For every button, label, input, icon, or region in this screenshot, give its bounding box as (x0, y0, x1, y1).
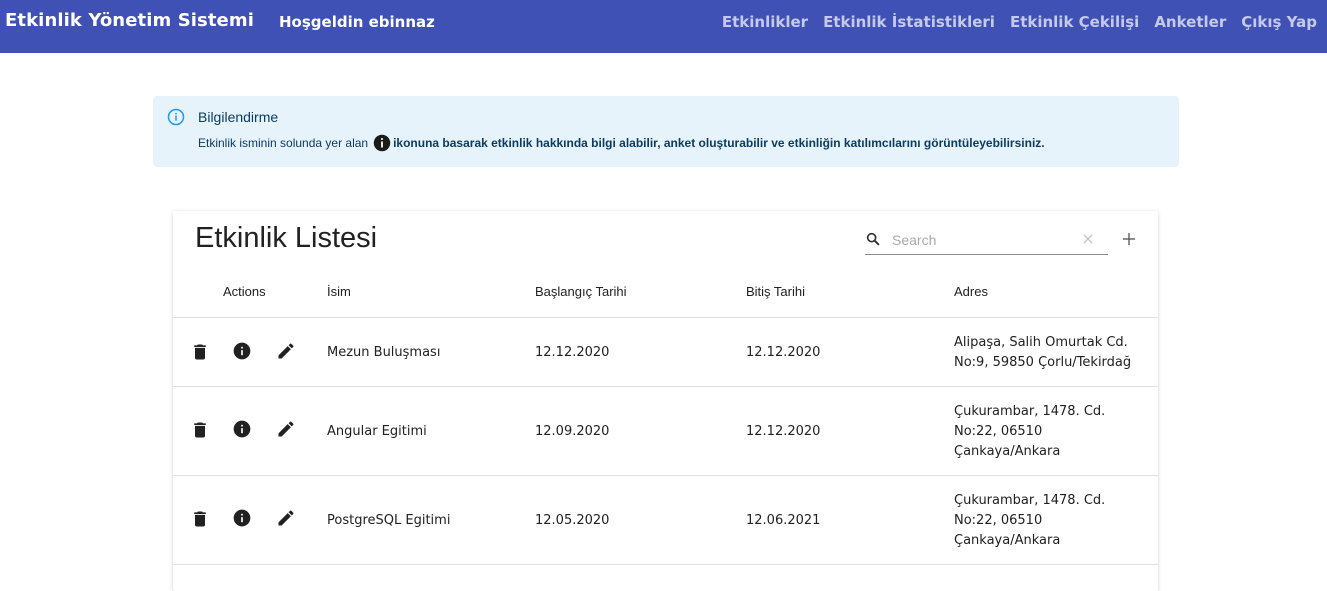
column-header-end[interactable]: Bitiş Tarihi (746, 284, 805, 299)
top-navbar: Etkinlik Yönetim Sistemi Hoşgeldin ebinn… (0, 0, 1327, 53)
cell-name: PostgreSQL Egitimi (327, 513, 451, 528)
alert-body: Etkinlik isminin solunda yer alan ikonun… (198, 134, 1045, 152)
nav-link-anketler[interactable]: Anketler (1154, 13, 1226, 31)
table-row: PostgreSQL Egitimi 12.05.2020 12.06.2021… (173, 476, 1158, 565)
cell-address: Çukurambar, 1478. Cd. No:22, 06510 Çanka… (954, 493, 1106, 548)
cell-end-date: 12.12.2020 (746, 424, 821, 439)
welcome-text: Hoşgeldin ebinnaz (279, 13, 435, 31)
table-header: Actions İsim Başlangıç Tarihi Bitiş Tari… (173, 271, 1158, 318)
app-brand[interactable]: Etkinlik Yönetim Sistemi (5, 10, 254, 31)
nav-link-cekilis[interactable]: Etkinlik Çekilişi (1010, 13, 1139, 31)
close-icon[interactable] (1081, 232, 1095, 246)
delete-icon[interactable] (190, 420, 210, 440)
info-icon[interactable] (232, 419, 252, 439)
alert-body-bold: ikonuna basarak etkinlik hakkında bilgi … (393, 136, 1045, 150)
edit-icon[interactable] (276, 508, 296, 528)
add-icon[interactable] (1121, 231, 1137, 247)
nav-link-logout[interactable]: Çıkış Yap (1241, 13, 1317, 31)
table-row: Angular Egitimi 12.09.2020 12.12.2020 Çu… (173, 387, 1158, 476)
table-row: Mezun Buluşması 12.12.2020 12.12.2020 Al… (173, 318, 1158, 387)
nav-link-istatistikler[interactable]: Etkinlik İstatistikleri (823, 13, 995, 31)
info-icon[interactable] (232, 341, 252, 361)
info-icon[interactable] (232, 508, 252, 528)
nav-link-etkinlikler[interactable]: Etkinlikler (722, 13, 808, 31)
alert-body-prefix: Etkinlik isminin solunda yer alan (198, 136, 369, 150)
cell-end-date: 12.12.2020 (746, 345, 821, 360)
cell-end-date: 12.06.2021 (746, 513, 821, 528)
column-header-address[interactable]: Adres (954, 284, 988, 299)
cell-name: Angular Egitimi (327, 424, 427, 439)
column-header-start[interactable]: Başlangıç Tarihi (535, 284, 627, 299)
edit-icon[interactable] (276, 341, 296, 361)
cell-start-date: 12.09.2020 (535, 424, 610, 439)
delete-icon[interactable] (190, 509, 210, 529)
edit-icon[interactable] (276, 419, 296, 439)
info-icon (373, 134, 391, 152)
event-list-card: Etkinlik Listesi Actions İsim Başlangıç … (173, 211, 1158, 591)
info-alert: Bilgilendirme Etkinlik isminin solunda y… (153, 96, 1179, 167)
page-title: Etkinlik Listesi (195, 222, 378, 254)
cell-address: Alipaşa, Salih Omurtak Cd. No:9, 59850 Ç… (954, 335, 1132, 370)
cell-start-date: 12.12.2020 (535, 345, 610, 360)
cell-address: Çukurambar, 1478. Cd. No:22, 06510 Çanka… (954, 404, 1106, 459)
delete-icon[interactable] (190, 342, 210, 362)
search-icon (866, 232, 880, 246)
column-header-name[interactable]: İsim (327, 284, 351, 299)
alert-title: Bilgilendirme (198, 109, 279, 125)
search-box (865, 225, 1108, 255)
info-outline-icon (167, 108, 185, 126)
cell-start-date: 12.05.2020 (535, 513, 610, 528)
column-header-actions[interactable]: Actions (223, 284, 266, 299)
search-input[interactable] (890, 229, 1074, 251)
cell-name: Mezun Buluşması (327, 345, 441, 360)
nav-links: Etkinlikler Etkinlik İstatistikleri Etki… (722, 13, 1317, 31)
